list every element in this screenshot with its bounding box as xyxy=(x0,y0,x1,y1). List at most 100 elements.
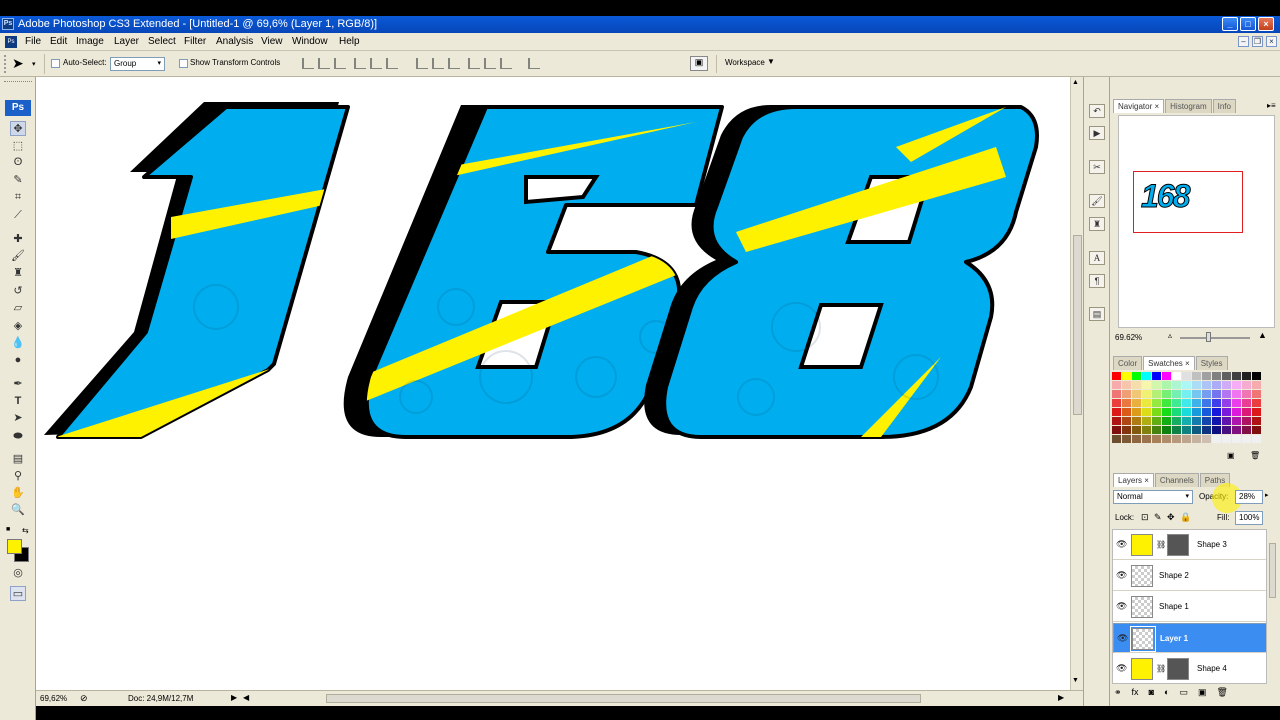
tab-info[interactable]: Info xyxy=(1212,99,1236,113)
tab-swatches[interactable]: Swatches × xyxy=(1143,356,1195,370)
notes-tool-icon[interactable]: ▤ xyxy=(10,452,26,467)
color-swatch[interactable] xyxy=(1252,417,1261,425)
actions-panel-icon[interactable]: ▶ xyxy=(1089,126,1105,140)
zoom-tool-icon[interactable]: 🔍 xyxy=(10,503,26,518)
slice-tool-icon[interactable]: ⟋ xyxy=(10,208,26,223)
menu-select[interactable]: Select xyxy=(148,36,176,47)
history-brush-tool-icon[interactable]: ↺ xyxy=(10,284,26,299)
color-swatch[interactable] xyxy=(1232,390,1241,398)
color-swatch[interactable] xyxy=(1132,372,1141,380)
color-swatch[interactable] xyxy=(1212,435,1221,443)
color-swatch[interactable] xyxy=(1152,435,1161,443)
color-swatch[interactable] xyxy=(1142,408,1151,416)
color-swatch[interactable] xyxy=(1122,372,1131,380)
layer-thumbnail[interactable] xyxy=(1131,596,1153,618)
workspace-button[interactable]: Workspace xyxy=(725,58,765,67)
color-swatch[interactable] xyxy=(1202,390,1211,398)
vector-mask-thumbnail[interactable] xyxy=(1167,658,1189,680)
color-swatch[interactable] xyxy=(1142,417,1151,425)
crop-tool-icon[interactable]: ⌗ xyxy=(10,190,26,205)
color-swatch[interactable] xyxy=(1242,372,1251,380)
color-swatch[interactable] xyxy=(1142,390,1151,398)
align-top-icon[interactable] xyxy=(302,58,314,69)
color-swatch[interactable] xyxy=(1132,381,1141,389)
maximize-button[interactable]: □ xyxy=(1240,17,1256,31)
doc-minimize-button[interactable]: – xyxy=(1238,36,1249,47)
color-swatch[interactable] xyxy=(1112,372,1121,380)
menu-window[interactable]: Window xyxy=(292,36,328,47)
color-swatch[interactable] xyxy=(1232,426,1241,434)
status-menu-arrow-icon[interactable]: ▶ xyxy=(231,693,237,702)
color-swatch[interactable] xyxy=(1162,435,1171,443)
color-swatch[interactable] xyxy=(1122,408,1131,416)
color-swatch[interactable] xyxy=(1182,435,1191,443)
color-swatch[interactable] xyxy=(1112,408,1121,416)
color-swatch[interactable] xyxy=(1192,372,1201,380)
layer-thumbnail[interactable] xyxy=(1131,658,1153,680)
zoom-level[interactable]: 69,62% xyxy=(40,694,67,703)
distribute-vcenter-icon[interactable] xyxy=(432,58,444,69)
color-swatch[interactable] xyxy=(1142,399,1151,407)
mask-link-icon[interactable]: ⛓ xyxy=(1156,540,1166,549)
screen-mode-icon[interactable]: ▭ xyxy=(10,586,26,601)
new-group-icon[interactable]: ▭ xyxy=(1179,687,1188,698)
lasso-tool-icon[interactable]: ʘ xyxy=(10,155,26,170)
menu-file[interactable]: File xyxy=(25,36,41,47)
distribute-hcenter-icon[interactable] xyxy=(484,58,496,69)
color-swatch[interactable] xyxy=(1242,408,1251,416)
color-swatch[interactable] xyxy=(1232,399,1241,407)
menu-view[interactable]: View xyxy=(261,36,283,47)
swap-colors-icon[interactable]: ⇆ xyxy=(22,526,29,535)
color-swatch[interactable] xyxy=(1222,390,1231,398)
ps-logo[interactable]: Ps xyxy=(5,100,31,116)
minimize-button[interactable]: _ xyxy=(1222,17,1238,31)
auto-align-icon[interactable] xyxy=(528,58,540,69)
close-button[interactable]: × xyxy=(1258,17,1274,31)
color-swatch[interactable] xyxy=(1122,435,1131,443)
show-transform-checkbox[interactable] xyxy=(179,59,188,68)
visibility-eye-icon[interactable]: 👁 xyxy=(1116,601,1127,612)
color-swatch[interactable] xyxy=(1182,390,1191,398)
color-swatch[interactable] xyxy=(1222,417,1231,425)
menu-edit[interactable]: Edit xyxy=(50,36,67,47)
zoom-in-icon[interactable]: ▲ xyxy=(1258,330,1267,340)
mask-link-icon[interactable]: ⛓ xyxy=(1156,664,1166,673)
healing-brush-tool-icon[interactable]: ✚ xyxy=(10,232,26,247)
eyedropper-tool-icon[interactable]: ⚲ xyxy=(10,469,26,484)
color-swatch[interactable] xyxy=(1162,426,1171,434)
color-swatch[interactable] xyxy=(1232,372,1241,380)
scroll-right-icon[interactable]: ▶ xyxy=(1058,693,1064,702)
brushes-panel-icon[interactable]: 🖌 xyxy=(1089,194,1105,208)
tab-color[interactable]: Color xyxy=(1113,356,1143,370)
color-swatch[interactable] xyxy=(1182,399,1191,407)
color-swatch[interactable] xyxy=(1122,381,1131,389)
color-swatch[interactable] xyxy=(1122,417,1131,425)
color-swatch[interactable] xyxy=(1152,372,1161,380)
color-swatch[interactable] xyxy=(1162,390,1171,398)
new-swatch-icon[interactable]: ▣ xyxy=(1227,451,1235,460)
add-mask-icon[interactable]: ◙ xyxy=(1149,687,1154,698)
color-swatch[interactable] xyxy=(1132,417,1141,425)
color-swatch[interactable] xyxy=(1162,399,1171,407)
color-swatch[interactable] xyxy=(1232,381,1241,389)
color-swatch[interactable] xyxy=(1172,417,1181,425)
distribute-bottom-icon[interactable] xyxy=(448,58,460,69)
brush-tool-icon[interactable]: 🖌 xyxy=(10,249,26,264)
layers-scroll-thumb[interactable] xyxy=(1269,543,1276,598)
scroll-up-icon[interactable]: ▲ xyxy=(1072,79,1079,86)
zoom-out-icon[interactable]: ▵ xyxy=(1168,331,1172,340)
layer-row[interactable]: 👁 ⛓ Shape 3 xyxy=(1113,530,1266,560)
color-swatch[interactable] xyxy=(1182,408,1191,416)
vertical-scroll-thumb[interactable] xyxy=(1073,235,1082,415)
color-swatch[interactable] xyxy=(1202,417,1211,425)
color-swatch[interactable] xyxy=(1122,390,1131,398)
navigator-zoom-value[interactable]: 69.62% xyxy=(1115,333,1142,342)
color-swatch[interactable] xyxy=(1252,408,1261,416)
layer-row[interactable]: 👁 Shape 2 xyxy=(1113,561,1266,591)
color-swatch[interactable] xyxy=(1202,399,1211,407)
color-swatch[interactable] xyxy=(1202,426,1211,434)
document-icon[interactable]: Ps xyxy=(5,36,17,48)
adjustment-layer-icon[interactable]: ◐ xyxy=(1164,687,1169,698)
color-swatch[interactable] xyxy=(1112,390,1121,398)
distribute-left-icon[interactable] xyxy=(468,58,480,69)
